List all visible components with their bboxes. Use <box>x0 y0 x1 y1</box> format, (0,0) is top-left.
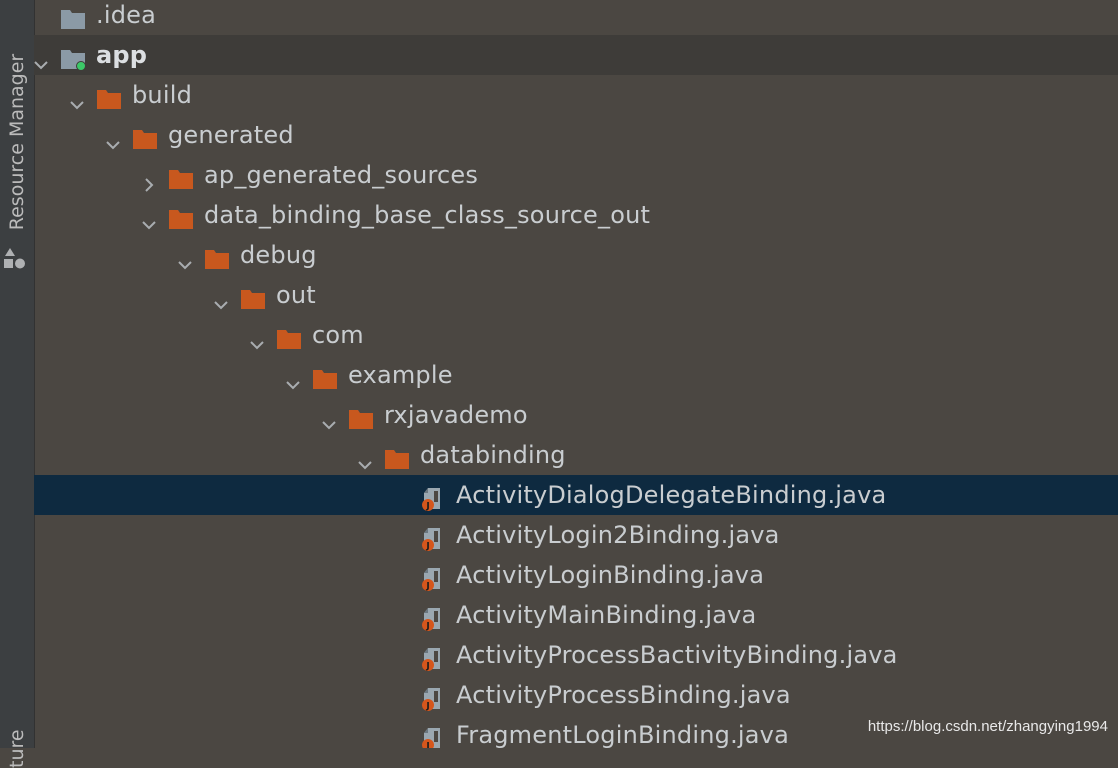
folder-icon <box>348 403 374 429</box>
tree-folder-item[interactable]: rxjavademo <box>34 395 1118 435</box>
tree-item-label: .idea <box>96 1 157 29</box>
java-file-icon: J <box>420 643 446 672</box>
resource-manager-tab[interactable]: Resource Manager <box>2 43 32 241</box>
tree-item-label: data_binding_base_class_source_out <box>204 201 651 229</box>
java-file-icon: J <box>420 723 446 749</box>
project-tree: .idea app build generated ap_generated_sourc… <box>34 0 1118 748</box>
tree-item-label: ActivityLogin2Binding.java <box>456 521 780 549</box>
tree-folder-item[interactable]: build <box>34 75 1118 115</box>
tree-file-item[interactable]: J ActivityDialogDelegateBinding.java <box>34 475 1118 515</box>
tree-item-label: example <box>348 361 453 389</box>
svg-text:J: J <box>425 742 429 749</box>
chevron-down-icon[interactable] <box>176 246 194 270</box>
java-file-icon: J <box>420 523 446 552</box>
module-folder-icon <box>60 43 86 71</box>
tree-file-item[interactable]: J ActivityLogin2Binding.java <box>34 515 1118 555</box>
tree-folder-item[interactable]: .idea <box>34 0 1118 35</box>
tree-item-label: out <box>276 281 316 309</box>
folder-icon <box>168 203 194 229</box>
tree-item-label: ActivityMainBinding.java <box>456 601 757 629</box>
chevron-down-icon[interactable] <box>140 206 158 230</box>
tree-folder-item[interactable]: out <box>34 275 1118 315</box>
tree-file-item[interactable]: J ActivityLoginBinding.java <box>34 555 1118 595</box>
java-file-icon: J <box>420 683 446 712</box>
tree-item-label: databinding <box>420 441 566 469</box>
tree-folder-item[interactable]: debug <box>34 235 1118 275</box>
tree-item-label: ActivityProcessBactivityBinding.java <box>456 641 898 669</box>
folder-icon <box>96 83 122 109</box>
tree-file-item[interactable]: J ActivityProcessBactivityBinding.java <box>34 635 1118 675</box>
chevron-down-icon[interactable] <box>212 286 230 310</box>
chevron-down-icon[interactable] <box>284 366 302 390</box>
java-file-icon: J <box>420 603 446 632</box>
folder-icon <box>60 3 86 29</box>
svg-text:J: J <box>425 702 429 712</box>
tree-item-label: generated <box>168 121 294 149</box>
tree-folder-item[interactable]: databinding <box>34 435 1118 475</box>
structure-tab[interactable]: ture <box>2 682 32 768</box>
svg-text:J: J <box>425 582 429 592</box>
chevron-right-icon[interactable] <box>140 166 158 192</box>
svg-text:J: J <box>425 542 429 552</box>
tree-item-label: app <box>96 41 148 69</box>
tree-item-label: ap_generated_sources <box>204 161 479 189</box>
resource-manager-icon[interactable] <box>3 247 27 271</box>
chevron-down-icon[interactable] <box>320 406 338 430</box>
tree-file-item[interactable]: J ActivityMainBinding.java <box>34 595 1118 635</box>
folder-icon <box>240 283 266 309</box>
tree-item-label: com <box>312 321 364 349</box>
folder-icon <box>276 323 302 349</box>
tree-item-label: debug <box>240 241 317 269</box>
tree-folder-item[interactable]: com <box>34 315 1118 355</box>
chevron-down-icon[interactable] <box>68 86 86 110</box>
tree-item-label: ActivityDialogDelegateBinding.java <box>456 481 887 509</box>
tree-item-label: ActivityLoginBinding.java <box>456 561 765 589</box>
java-file-icon: J <box>420 483 446 512</box>
tree-item-label: FragmentLoginBinding.java <box>456 721 789 748</box>
chevron-down-icon[interactable] <box>104 126 122 150</box>
tree-folder-item[interactable]: ap_generated_sources <box>34 155 1118 195</box>
folder-icon <box>312 363 338 389</box>
tree-item-label: rxjavademo <box>384 401 528 429</box>
folder-icon <box>168 163 194 189</box>
tree-folder-item[interactable]: data_binding_base_class_source_out <box>34 195 1118 235</box>
folder-icon <box>204 243 230 269</box>
svg-text:J: J <box>425 662 429 672</box>
tree-file-item[interactable]: J ActivityProcessBinding.java <box>34 675 1118 715</box>
chevron-down-icon[interactable] <box>34 46 50 70</box>
tree-folder-item[interactable]: generated <box>34 115 1118 155</box>
chevron-down-icon[interactable] <box>356 446 374 470</box>
svg-text:J: J <box>425 622 429 632</box>
chevron-down-icon[interactable] <box>248 326 266 350</box>
java-file-icon: J <box>420 563 446 592</box>
tree-item-label: build <box>132 81 193 109</box>
tree-item-label: ActivityProcessBinding.java <box>456 681 791 709</box>
folder-icon <box>384 443 410 469</box>
tree-folder-item[interactable]: app <box>34 35 1118 75</box>
tool-window-strip: Resource Manager ture <box>0 0 35 768</box>
watermark: https://blog.csdn.net/zhangying1994 <box>867 718 1108 735</box>
svg-text:J: J <box>425 502 429 512</box>
folder-icon <box>132 123 158 149</box>
tree-folder-item[interactable]: example <box>34 355 1118 395</box>
